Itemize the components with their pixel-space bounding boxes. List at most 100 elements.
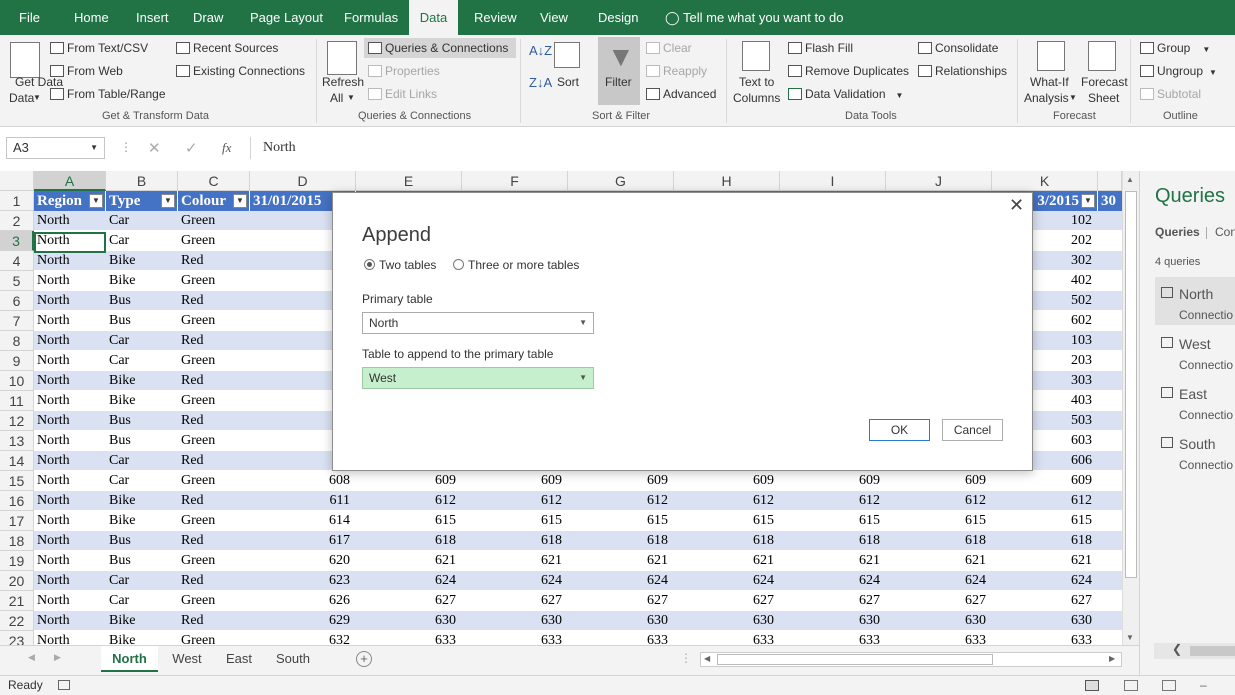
column-header[interactable]: I: [780, 171, 886, 191]
column-header[interactable]: B: [106, 171, 178, 191]
table-cell[interactable]: North: [34, 251, 106, 271]
table-cell[interactable]: Bike: [106, 491, 178, 511]
table-cell[interactable]: Red: [178, 291, 250, 311]
table-cell[interactable]: Car: [106, 451, 178, 471]
table-cell[interactable]: North: [34, 571, 106, 591]
column-header[interactable]: D: [250, 171, 356, 191]
table-cell[interactable]: 627: [674, 591, 780, 611]
insert-function-icon[interactable]: fx: [222, 140, 231, 156]
table-cell[interactable]: 621: [568, 551, 674, 571]
table-cell[interactable]: 621: [462, 551, 568, 571]
table-cell[interactable]: North: [34, 411, 106, 431]
table-cell[interactable]: Bus: [106, 411, 178, 431]
row-header[interactable]: 9: [0, 351, 34, 371]
table-cell[interactable]: 633: [568, 631, 674, 645]
table-cell[interactable]: Bike: [106, 611, 178, 631]
from-text-csv-button[interactable]: From Text/CSV: [50, 40, 148, 56]
table-cell[interactable]: 612: [356, 491, 462, 511]
table-cell[interactable]: 633: [992, 631, 1098, 645]
column-header[interactable]: C: [178, 171, 250, 191]
table-cell[interactable]: North: [34, 371, 106, 391]
row-header[interactable]: 4: [0, 251, 34, 271]
table-cell[interactable]: 618: [886, 531, 992, 551]
column-header[interactable]: H: [674, 171, 780, 191]
table-cell[interactable]: Bike: [106, 631, 178, 645]
table-cell[interactable]: 612: [780, 491, 886, 511]
table-cell[interactable]: North: [34, 511, 106, 531]
table-cell[interactable]: Bike: [106, 511, 178, 531]
row-header[interactable]: 5: [0, 271, 34, 291]
table-cell[interactable]: 615: [674, 511, 780, 531]
table-cell[interactable]: 617: [250, 531, 356, 551]
scroll-up-icon[interactable]: ▲: [1126, 175, 1134, 184]
table-cell[interactable]: 609: [462, 471, 568, 491]
split-dots-icon[interactable]: ⋮: [680, 651, 692, 665]
table-cell[interactable]: 630: [992, 611, 1098, 631]
row-header[interactable]: 6: [0, 291, 34, 311]
text-to-columns-button[interactable]: Text to: [739, 74, 774, 90]
refresh-all-button-line2[interactable]: All: [330, 90, 343, 106]
filter-dropdown-icon[interactable]: ▼: [161, 194, 175, 208]
group-button[interactable]: Group ▼: [1140, 40, 1210, 58]
table-cell[interactable]: 633: [356, 631, 462, 645]
subtotal-button[interactable]: Subtotal: [1140, 86, 1201, 102]
name-box[interactable]: A3 ▼: [6, 137, 105, 159]
row-header[interactable]: 21: [0, 591, 34, 611]
scroll-right-icon[interactable]: ▶: [1109, 654, 1115, 663]
close-icon[interactable]: ✕: [1009, 195, 1024, 216]
table-cell[interactable]: 624: [462, 571, 568, 591]
table-cell[interactable]: 621: [886, 551, 992, 571]
h-scroll-thumb[interactable]: [717, 654, 993, 665]
query-item-east[interactable]: East Connectio: [1155, 377, 1235, 425]
table-cell[interactable]: 612: [568, 491, 674, 511]
table-cell[interactable]: Green: [178, 391, 250, 411]
table-cell[interactable]: 624: [992, 571, 1098, 591]
table-cell[interactable]: Red: [178, 331, 250, 351]
properties-button[interactable]: Properties: [368, 63, 440, 79]
table-cell[interactable]: 618: [462, 531, 568, 551]
table-cell[interactable]: Car: [106, 351, 178, 371]
table-cell[interactable]: Car: [106, 211, 178, 231]
table-cell[interactable]: Green: [178, 271, 250, 291]
table-cell[interactable]: North: [34, 551, 106, 571]
table-cell[interactable]: 609: [992, 471, 1098, 491]
column-header[interactable]: J: [886, 171, 992, 191]
recent-sources-button[interactable]: Recent Sources: [176, 40, 278, 56]
table-header-cell[interactable]: 30: [1098, 191, 1122, 211]
table-cell[interactable]: Bus: [106, 551, 178, 571]
horizontal-scrollbar[interactable]: ◀ ▶: [700, 652, 1122, 667]
table-cell[interactable]: 621: [674, 551, 780, 571]
table-cell[interactable]: 608: [250, 471, 356, 491]
table-cell[interactable]: North: [34, 631, 106, 645]
ungroup-button[interactable]: Ungroup ▼: [1140, 63, 1217, 81]
table-cell[interactable]: 615: [780, 511, 886, 531]
table-cell[interactable]: Bus: [106, 431, 178, 451]
scroll-left-icon[interactable]: ◀: [704, 654, 710, 663]
row-header[interactable]: 19: [0, 551, 34, 571]
cancel-entry-icon[interactable]: ✕: [148, 139, 161, 157]
table-cell[interactable]: North: [34, 291, 106, 311]
table-cell[interactable]: North: [34, 351, 106, 371]
table-cell[interactable]: Car: [106, 591, 178, 611]
queries-tab[interactable]: Queries: [1155, 225, 1200, 239]
table-cell[interactable]: North: [34, 471, 106, 491]
column-header[interactable]: F: [462, 171, 568, 191]
row-header[interactable]: 17: [0, 511, 34, 531]
ok-button[interactable]: OK: [869, 419, 930, 441]
table-cell[interactable]: 624: [674, 571, 780, 591]
select-all-corner[interactable]: [0, 171, 34, 191]
table-cell[interactable]: 633: [674, 631, 780, 645]
table-cell[interactable]: 629: [250, 611, 356, 631]
table-cell[interactable]: 630: [356, 611, 462, 631]
cancel-button[interactable]: Cancel: [942, 419, 1003, 441]
table-cell[interactable]: 618: [780, 531, 886, 551]
table-cell[interactable]: 609: [886, 471, 992, 491]
table-cell[interactable]: 627: [780, 591, 886, 611]
table-cell[interactable]: Red: [178, 251, 250, 271]
row-header[interactable]: 8: [0, 331, 34, 351]
table-cell[interactable]: Bus: [106, 311, 178, 331]
filter-dropdown-icon[interactable]: ▼: [233, 194, 247, 208]
table-cell[interactable]: Green: [178, 351, 250, 371]
table-cell[interactable]: 627: [462, 591, 568, 611]
table-cell[interactable]: 620: [250, 551, 356, 571]
